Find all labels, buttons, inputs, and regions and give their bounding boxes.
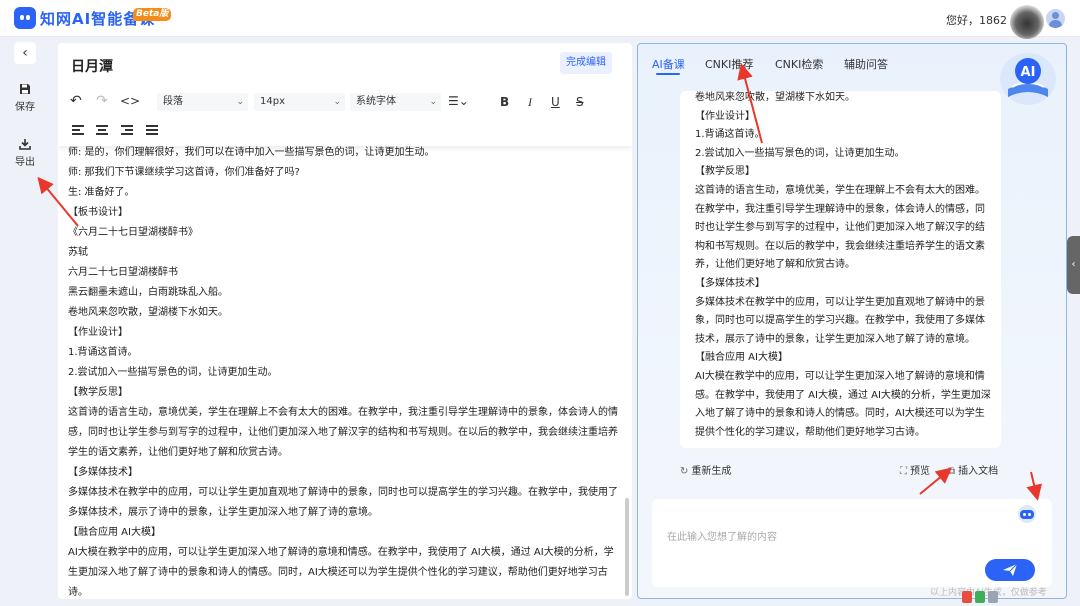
- editor-scrollbar[interactable]: [625, 498, 629, 596]
- redo-icon[interactable]: ↷: [96, 93, 108, 109]
- user-avatar-icon[interactable]: [1046, 9, 1065, 28]
- answer-line: 【教学反思】: [695, 166, 755, 178]
- doc-line: 六月二十七日望湖楼醉书: [68, 267, 178, 278]
- tab-cnki-recommend[interactable]: CNKI推荐: [705, 56, 753, 72]
- font-family-select-value: 系统字体: [356, 96, 396, 107]
- app-icon-green: [975, 591, 985, 603]
- send-button[interactable]: [985, 559, 1035, 581]
- align-center-icon[interactable]: [96, 125, 108, 135]
- doc-line: 【多媒体技术】: [68, 467, 138, 478]
- document-editor: 日月潭 完成编辑 ↶ ↷ <> 段落 ⌄ 14px ⌄ 系统字体 ⌄ ☰⌄ B …: [58, 43, 632, 599]
- ai-assistant-panel: AI备课 CNKI推荐 CNKI检索 辅助问答 AI 卷地风来忽吹散，望湖楼下水…: [637, 43, 1067, 599]
- answer-line: 【多媒体技术】: [695, 277, 765, 289]
- ai-answer-card: 卷地风来忽吹散，望湖楼下水如天。 【作业设计】 1.背诵这首诗。 2.尝试加入一…: [680, 91, 1001, 448]
- font-size-select[interactable]: 14px ⌄: [254, 93, 345, 111]
- send-icon: [1003, 563, 1018, 576]
- doc-line: 师: 那我们下节课继续学习这首诗，你们准备好了吗?: [68, 167, 300, 178]
- strikethrough-button[interactable]: S: [576, 94, 584, 110]
- align-right-icon[interactable]: [121, 125, 133, 135]
- active-tab-indicator: [656, 73, 680, 75]
- doc-line: 【教学反思】: [68, 387, 128, 398]
- align-left-icon[interactable]: [72, 125, 84, 135]
- line-height-icon[interactable]: ☰⌄: [448, 93, 469, 109]
- editor-toolbar: ↶ ↷ <> 段落 ⌄ 14px ⌄ 系统字体 ⌄ ☰⌄ B I U S: [58, 86, 632, 146]
- user-greeting: 您好，1862: [946, 14, 1007, 27]
- ai-book-icon: AI: [1000, 53, 1056, 105]
- regenerate-label: 重新生成: [691, 466, 732, 477]
- logo-icon: [14, 7, 36, 29]
- expand-icon: ⛶: [900, 466, 907, 477]
- answer-paragraph: 多媒体技术在教学中的应用，可以让学生更加直观地了解诗中的景象，同时也可以提高学生…: [695, 296, 985, 345]
- copy-icon: ⧉: [948, 466, 956, 477]
- doc-line: 2.尝试加入一些描写景色的词，让诗更加生动。: [68, 367, 278, 378]
- finish-edit-button[interactable]: 完成编辑: [560, 52, 612, 74]
- undo-icon[interactable]: ↶: [70, 93, 82, 109]
- regenerate-button[interactable]: ↻ 重新生成: [680, 462, 731, 477]
- beta-badge: Beta版: [133, 8, 172, 21]
- paragraph-select-value: 段落: [163, 96, 183, 107]
- footer-app-icons: [962, 588, 1008, 603]
- underline-button[interactable]: U: [551, 94, 560, 110]
- answer-line: 卷地风来忽吹散，望湖楼下水如天。: [695, 92, 855, 103]
- app-icon-red: [962, 591, 972, 603]
- font-family-select[interactable]: 系统字体 ⌄: [350, 93, 441, 111]
- document-body[interactable]: 师: 是的，你们理解很好，我们可以在诗中加入一些描写景色的词，让诗更加生动。 师…: [68, 143, 623, 599]
- preview-label: 预览: [910, 466, 930, 477]
- answer-line: 2.尝试加入一些描写景色的词，让诗更加生动。: [695, 147, 905, 159]
- insert-document-button[interactable]: ⧉ 插入文档: [948, 462, 998, 477]
- chevron-down-icon: ⌄: [333, 97, 341, 107]
- tab-cnki-search[interactable]: CNKI检索: [775, 56, 823, 72]
- doc-line: 【融合应用 AI大模】: [68, 527, 161, 538]
- save-label: 保存: [15, 102, 35, 113]
- top-bar: 知网AI智能备课 Beta版 您好，1862: [0, 0, 1080, 39]
- answer-line: 【融合应用 AI大模】: [695, 352, 788, 364]
- refresh-icon: ↻: [680, 466, 689, 477]
- save-icon: [20, 84, 30, 94]
- answer-paragraph: AI大模在教学中的应用，可以让学生更加深入地了解诗的意境和情感。在教学中，我使用…: [695, 370, 991, 438]
- tab-assist-qa[interactable]: 辅助问答: [844, 56, 888, 72]
- answer-line: 【作业设计】: [695, 110, 755, 122]
- question-input-placeholder: 在此输入您想了解的内容: [667, 532, 777, 543]
- doc-paragraph: 这首诗的语言生动，意境优美，学生在理解上不会有太大的困难。在教学中，我注重引导学…: [68, 407, 618, 458]
- download-icon: [19, 139, 31, 150]
- answer-paragraph: 这首诗的语言生动，意境优美，学生在理解上不会有太大的困难。在教学中，我注重引导学…: [695, 184, 985, 271]
- export-label: 导出: [15, 157, 35, 168]
- align-justify-icon[interactable]: [146, 125, 158, 135]
- paragraph-select[interactable]: 段落 ⌄: [157, 93, 248, 111]
- chevron-down-icon: ⌄: [236, 97, 244, 107]
- doc-line: 【作业设计】: [68, 327, 128, 338]
- redaction-blur: [1010, 5, 1044, 39]
- doc-paragraph: 多媒体技术在教学中的应用，可以让学生更加直观地了解诗中的景象，同时也可以提高学生…: [68, 487, 618, 518]
- doc-line: 黑云翻墨未遮山，白雨跳珠乱入船。: [68, 287, 228, 298]
- doc-line: 【板书设计】: [68, 207, 128, 218]
- robot-icon[interactable]: [1017, 504, 1037, 524]
- collapse-button[interactable]: ‹: [14, 42, 36, 64]
- doc-line: 苏轼: [68, 247, 88, 258]
- doc-line: 1.背诵这首诗。: [68, 347, 138, 358]
- tab-ai-lesson[interactable]: AI备课: [652, 56, 685, 72]
- doc-line: 卷地风来忽吹散，望湖楼下水如天。: [68, 307, 228, 318]
- question-input-box[interactable]: 在此输入您想了解的内容: [652, 499, 1052, 587]
- bold-button[interactable]: B: [500, 94, 509, 110]
- doc-line: 生: 准备好了。: [68, 187, 135, 198]
- app-icon-gray: [988, 591, 998, 603]
- preview-button[interactable]: ⛶ 预览: [900, 462, 930, 477]
- answer-line: 1.背诵这首诗。: [695, 129, 765, 141]
- ai-badge-text: AI: [1021, 65, 1036, 80]
- doc-line: 《六月二十七日望湖楼醉书》: [68, 227, 198, 238]
- page-title: 日月潭: [71, 59, 113, 75]
- font-size-select-value: 14px: [260, 96, 285, 107]
- left-sidebar: ‹ 保存 导出: [0, 37, 50, 606]
- doc-line: 师: 是的，你们理解很好，我们可以在诗中加入一些描写景色的词，让诗更加生动。: [68, 147, 435, 158]
- insert-document-label: 插入文档: [958, 466, 999, 477]
- panel-expand-handle[interactable]: ‹: [1067, 236, 1080, 294]
- doc-paragraph: AI大模在教学中的应用，可以让学生更加深入地了解诗的意境和情感。在教学中，我使用…: [68, 547, 614, 598]
- save-button[interactable]: 保存: [8, 83, 42, 113]
- export-button[interactable]: 导出: [8, 138, 42, 168]
- italic-button[interactable]: I: [528, 94, 532, 110]
- chevron-down-icon: ⌄: [429, 97, 437, 107]
- code-icon[interactable]: <>: [120, 93, 140, 109]
